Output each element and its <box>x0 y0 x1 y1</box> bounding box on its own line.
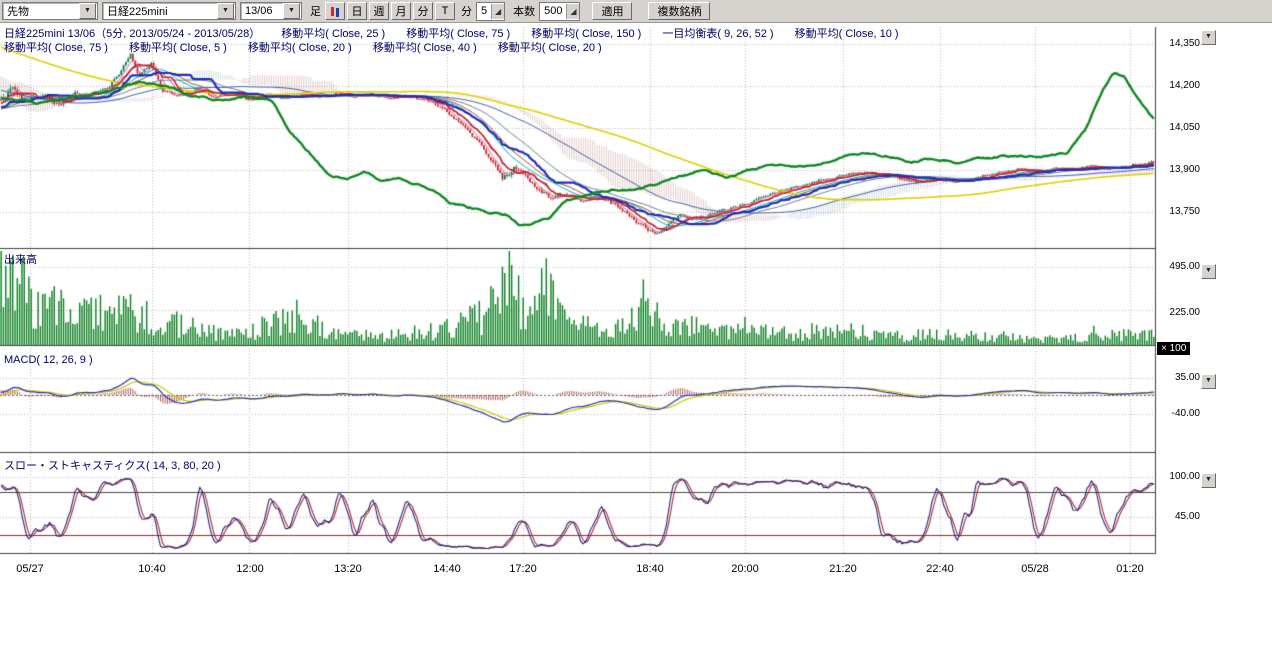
instrument-type-value: 先物 <box>3 3 33 19</box>
toolbar: 先物 ▼ 日経225mini ▼ 13/06 ▼ 足 日 週 月 分 T 分 5… <box>0 0 1272 23</box>
price-axis-label: 13,750 <box>1158 206 1200 217</box>
time-axis-label: 20:00 <box>731 563 759 575</box>
minute-count-input[interactable]: 5 ◢ <box>476 2 505 21</box>
bar-count-label: 本数 <box>513 3 535 19</box>
chart-legend-line2: 移動平均( Close, 75 ) 移動平均( Close, 5 ) 移動平均(… <box>4 39 620 55</box>
price-axis-label: 14,200 <box>1158 80 1200 91</box>
legend-ma20b: 移動平均( Close, 20 ) <box>498 42 602 54</box>
volume-axis-label: 225.00 <box>1158 307 1200 318</box>
time-axis-label: 05/27 <box>16 563 44 575</box>
price-axis-label: 14,050 <box>1158 122 1200 133</box>
instrument-type-combo[interactable]: 先物 ▼ <box>2 2 98 20</box>
legend-ichimoku: 一目均衡表( 9, 26, 52 ) <box>662 28 773 40</box>
minute-count-value: 5 <box>477 5 491 17</box>
chevron-down-icon[interactable]: ▼ <box>79 3 96 19</box>
bar-week-button[interactable]: 週 <box>369 2 389 20</box>
symbol-combo[interactable]: 日経225mini ▼ <box>102 2 236 20</box>
multi-symbol-button[interactable]: 複数銘柄 <box>648 2 710 20</box>
chevron-down-icon[interactable]: ▼ <box>283 3 300 19</box>
time-axis-label: 01:20 <box>1116 563 1144 575</box>
bar-count-input[interactable]: 500 ◢ <box>539 2 580 21</box>
bar-minute-button[interactable]: 分 <box>413 2 433 20</box>
macd-scale-button[interactable]: ▼ <box>1201 374 1216 389</box>
candlestick-icon <box>331 7 334 16</box>
price-scale-button[interactable]: ▼ <box>1201 30 1216 45</box>
macd-axis-label: -40.00 <box>1158 408 1200 419</box>
minute-unit-label: 分 <box>461 3 472 19</box>
time-axis-label: 18:40 <box>636 563 664 575</box>
chevron-down-icon[interactable]: ▼ <box>217 3 234 19</box>
time-axis-label: 10:40 <box>138 563 166 575</box>
time-axis-label: 12:00 <box>236 563 264 575</box>
bar-day-button[interactable]: 日 <box>347 2 367 20</box>
volume-pane-label: 出来高 <box>4 251 37 267</box>
stoch-axis-label: 45.00 <box>1158 511 1200 522</box>
legend-ma20: 移動平均( Close, 20 ) <box>248 42 352 54</box>
legend-ma5: 移動平均( Close, 5 ) <box>129 42 227 54</box>
volume-axis-label: 495.00 <box>1158 261 1200 272</box>
macd-axis-label: 35.00 <box>1158 372 1200 383</box>
bar-tick-button[interactable]: T <box>435 2 455 20</box>
symbol-value: 日経225mini <box>103 3 172 19</box>
spinner-icon[interactable]: ◢ <box>491 4 504 19</box>
price-axis-label: 13,900 <box>1158 164 1200 175</box>
spinner-icon[interactable]: ◢ <box>566 4 579 19</box>
time-axis-label: 13:20 <box>334 563 362 575</box>
apply-button[interactable]: 適用 <box>592 2 632 20</box>
bar-count-value: 500 <box>540 5 566 17</box>
legend-ma40: 移動平均( Close, 40 ) <box>373 42 477 54</box>
time-axis-label: 05/28 <box>1021 563 1049 575</box>
candle-style-button[interactable] <box>325 2 345 20</box>
legend-ma10: 移動平均( Close, 10 ) <box>795 28 899 40</box>
macd-pane-label: MACD( 12, 26, 9 ) <box>4 354 93 366</box>
price-axis-label: 14,350 <box>1158 38 1200 49</box>
scale-multiplier-badge: × 100 <box>1157 342 1190 355</box>
time-axis-label: 14:40 <box>433 563 461 575</box>
bar-type-label: 足 <box>310 3 321 19</box>
contract-month-combo[interactable]: 13/06 ▼ <box>240 2 302 20</box>
time-axis-label: 21:20 <box>829 563 857 575</box>
stochastics-pane-label: スロー・ストキャスティクス( 14, 3, 80, 20 ) <box>4 457 221 473</box>
volume-scale-button[interactable]: ▼ <box>1201 264 1216 279</box>
stoch-scale-button[interactable]: ▼ <box>1201 473 1216 488</box>
legend-ma75b: 移動平均( Close, 75 ) <box>4 42 108 54</box>
time-axis-label: 17:20 <box>509 563 537 575</box>
contract-month-value: 13/06 <box>241 5 277 17</box>
stoch-axis-label: 100.00 <box>1158 471 1200 482</box>
time-axis-label: 22:40 <box>926 563 954 575</box>
app-window: 先物 ▼ 日経225mini ▼ 13/06 ▼ 足 日 週 月 分 T 分 5… <box>0 0 1272 658</box>
bar-month-button[interactable]: 月 <box>391 2 411 20</box>
